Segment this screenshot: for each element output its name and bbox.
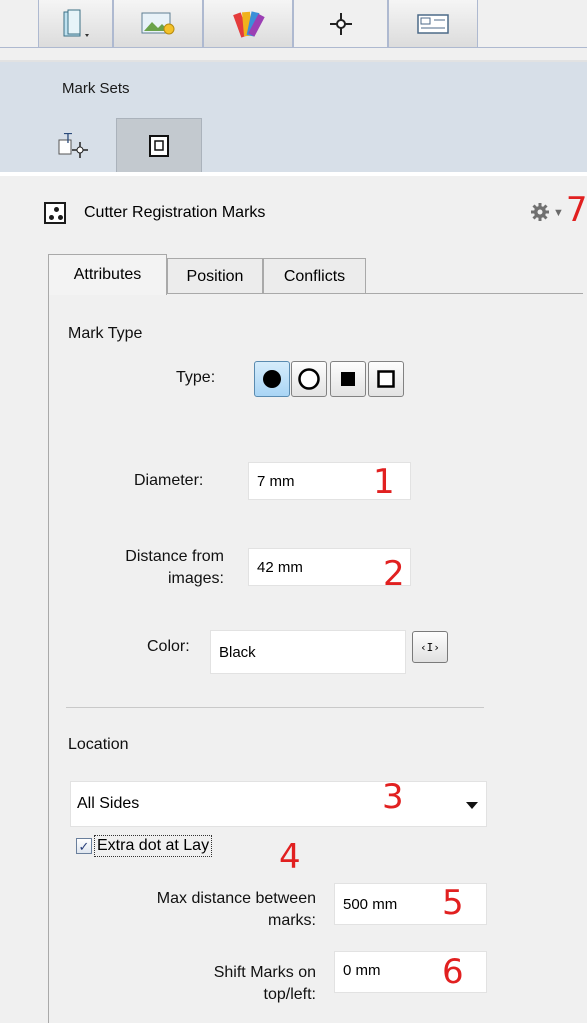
shift-marks-field[interactable]: 0 mm [334,951,487,993]
filled-square-icon [341,372,355,386]
crosshair-mark-icon [329,13,352,35]
distance-label: Distance from images: [125,548,224,587]
mark-title: Cutter Registration Marks [84,204,266,221]
max-distance-field[interactable]: 500 mm [334,883,487,925]
extra-dot-checkbox[interactable]: ✓ [76,838,92,854]
type-hollow-circle-button[interactable] [291,361,327,397]
hollow-circle-icon [298,368,320,390]
registration-dots-icon [44,202,66,224]
shift-marks-label: Shift Marks on top/left: [213,964,316,1003]
location-heading: Location [68,736,129,753]
page-mark-button[interactable] [116,118,202,172]
callout-1: 1 [373,462,395,502]
checkmark-icon: ✓ [78,838,90,854]
page-icon [149,134,169,157]
distance-value: 42 mm [257,558,303,576]
callout-3: 3 [382,777,404,817]
image-icon [141,12,175,34]
callout-7: 7 [565,190,587,230]
callout-6: 6 [442,952,464,992]
text-variable-icon: ‹I› [420,640,440,654]
color-field[interactable]: Black [210,630,406,674]
tab-attributes[interactable]: Attributes [48,254,167,295]
tab-conflicts[interactable]: Conflicts [263,258,366,294]
top-toolbar [0,0,587,62]
chevron-down-icon: ▼ [553,207,564,219]
diameter-value: 7 mm [257,472,295,490]
add-text-mark-button[interactable]: T [30,118,116,172]
layout-icon [417,13,449,34]
tool-tab-colors[interactable] [203,0,293,48]
hollow-square-icon [377,370,395,388]
type-hollow-square-button[interactable] [368,361,404,397]
callout-5: 5 [442,883,464,923]
color-picker-button[interactable]: ‹I› [412,631,448,663]
location-selected: All Sides [77,795,140,812]
color-label: Color: [147,638,190,655]
max-distance-label: Max distance between marks: [156,890,316,929]
dropdown-arrow-icon [466,802,478,809]
extra-dot-label[interactable]: Extra dot at Lay [94,835,213,857]
filled-circle-icon [263,370,281,388]
gear-icon [531,203,549,221]
mark-type-heading: Mark Type [68,325,143,342]
mark-title-row: Cutter Registration Marks [44,198,265,228]
callout-2: 2 [383,554,405,594]
tool-tab-jobs[interactable] [38,0,113,48]
shift-marks-value: 0 mm [343,962,381,979]
location-dropdown[interactable]: All Sides [70,781,487,827]
max-distance-value: 500 mm [343,895,398,913]
type-filled-square-button[interactable] [330,361,366,397]
tool-tab-images[interactable] [113,0,203,48]
diameter-label: Diameter: [134,472,204,489]
settings-menu-button[interactable]: ▼ 7 [530,190,587,230]
callout-4: 4 [279,837,301,877]
color-value: Black [219,643,256,661]
svg-text:T: T [63,132,72,147]
text-mark-icon: T [58,132,88,158]
section-divider [66,707,484,708]
color-swatch-icon [233,10,265,38]
type-label: Type: [176,369,216,386]
tool-tab-marks[interactable] [293,0,388,48]
tab-position[interactable]: Position [167,258,263,294]
book-icon [63,9,89,37]
mark-sets-title: Mark Sets [62,80,130,97]
type-filled-circle-button[interactable] [254,361,290,397]
tool-tab-layout[interactable] [388,0,478,48]
